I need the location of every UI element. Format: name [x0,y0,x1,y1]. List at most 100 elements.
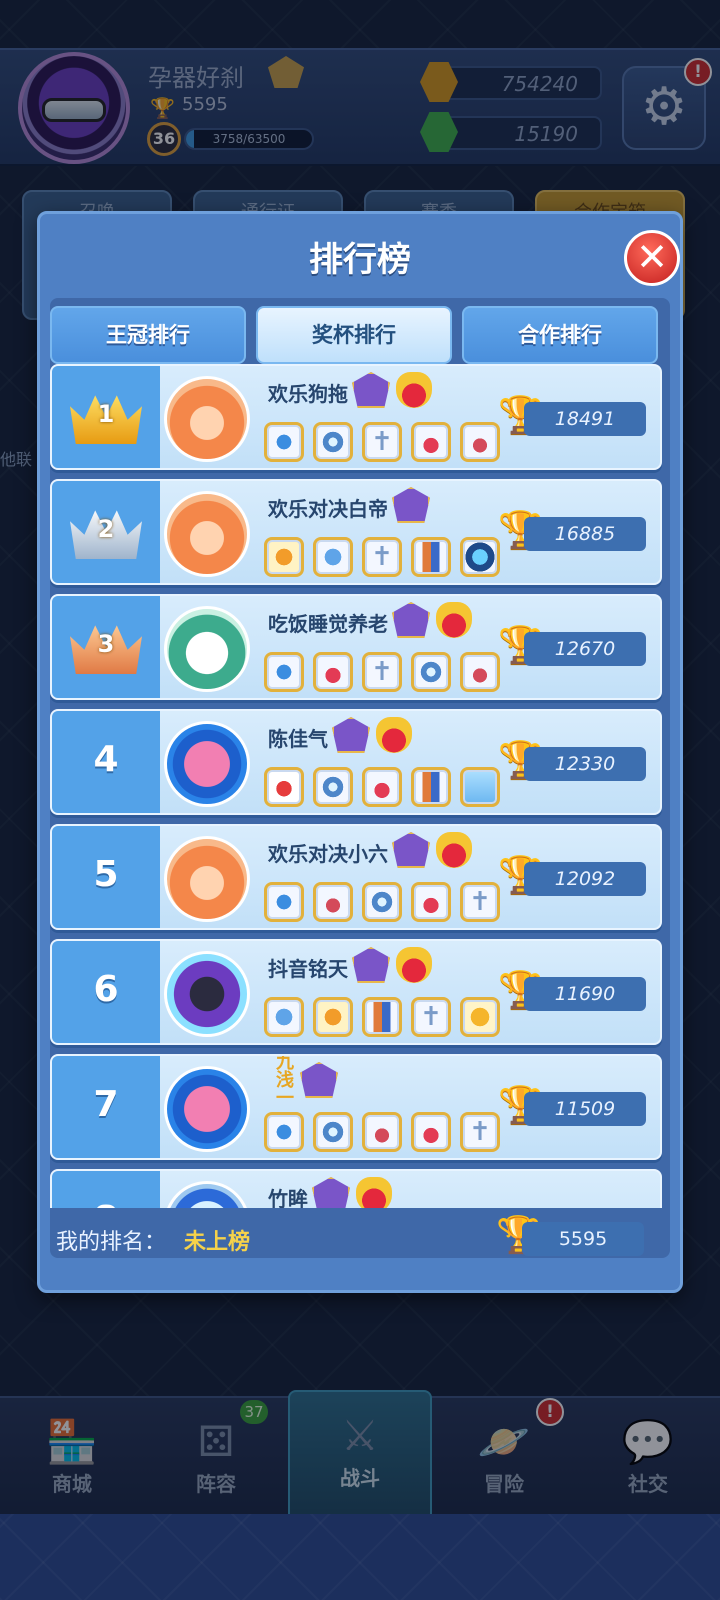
rank-emblem-icon [332,717,370,753]
vortex-card-icon [313,422,353,462]
cat-card-icon [264,537,304,577]
rank-cell: 7 [52,1056,160,1158]
rank-cell: 4 [52,711,160,813]
gold-card-icon [460,997,500,1037]
ice-card-icon [460,767,500,807]
trophy-score: 18491 [524,402,646,436]
leaderboard-row[interactable]: 7九浅一🏆11509 [50,1054,662,1160]
flame-card-icon [411,882,451,922]
player-avatar[interactable] [164,721,250,807]
rank-number: 6 [93,969,119,1010]
player-avatar[interactable] [164,1181,250,1208]
heart-crown-icon [436,832,472,868]
player-name: 陈佳气 [268,727,328,751]
heart-crown-icon [356,1177,392,1208]
heart-crown-icon [376,717,412,753]
mask-card-icon [460,537,500,577]
cross-card-icon [460,882,500,922]
rank-cell: 6 [52,941,160,1043]
trophy-score: 12330 [524,747,646,781]
rank-cell: 5 [52,826,160,928]
trophy-score: 11690 [524,977,646,1011]
rank-number: 1 [97,400,115,428]
rank-number: 4 [93,739,119,780]
leaderboard-row[interactable]: 3吃饭睡觉养老🏆12670 [50,594,662,700]
rank-number: 2 [97,515,115,543]
rank-number: 8 [52,1199,160,1208]
rank-cell: 8 [52,1171,160,1208]
cross-card-icon [460,1112,500,1152]
tab-trophy-ranking[interactable]: 奖杯排行 [256,306,452,364]
shark-card-icon [264,1112,304,1152]
cross-card-icon [362,422,402,462]
vortex-card-icon [313,767,353,807]
trophy-score: 12092 [524,862,646,896]
heart-crown-icon [436,602,472,638]
tab-coop-ranking[interactable]: 合作排行 [462,306,658,364]
trophy-score: 16885 [524,517,646,551]
shark-card-icon [264,422,304,462]
leaderboard-row[interactable]: 2欢乐对决白帝🏆16885 [50,479,662,585]
player-avatar[interactable] [164,376,250,462]
cake-card-icon [362,1112,402,1152]
flame-card-icon [362,767,402,807]
cross-card-icon [411,997,451,1037]
leaderboard-row[interactable]: 1欢乐狗拖🏆18491 [50,364,662,470]
leaderboard-row[interactable]: 6抖音铭天🏆11690 [50,939,662,1045]
my-score: 5595 [522,1222,644,1256]
flame-card-icon [411,1112,451,1152]
leaderboard-row[interactable]: 8 竹眸 [50,1169,662,1208]
body-card-icon [411,537,451,577]
rank-cell: 1 [52,366,160,468]
player-avatar[interactable] [164,951,250,1037]
robot-card-icon [264,997,304,1037]
cross-card-icon [362,652,402,692]
trophy-score: 12670 [524,632,646,666]
close-icon: ✕ [636,235,668,279]
rank-emblem-icon [352,372,390,408]
rank-emblem-icon [300,1062,338,1098]
vortex-card-icon [362,882,402,922]
player-name: 欢乐对决白帝 [268,497,388,521]
leaderboard-row[interactable]: 5欢乐对决小六🏆12092 [50,824,662,930]
shark-card-icon [264,882,304,922]
player-name: 竹眸 [268,1187,308,1208]
rank-emblem-icon [312,1177,350,1208]
rank-emblem-icon [392,602,430,638]
player-avatar[interactable] [164,491,250,577]
body-card-icon [411,767,451,807]
tab-crown-ranking[interactable]: 王冠排行 [50,306,246,364]
player-avatar[interactable] [164,1066,250,1152]
close-button[interactable]: ✕ [624,230,680,286]
rank-cell: 2 [52,481,160,583]
player-name: 欢乐对决小六 [268,842,388,866]
player-avatar[interactable] [164,606,250,692]
rank-number: 7 [93,1084,119,1125]
cake-card-icon [313,882,353,922]
player-name: 欢乐狗拖 [268,382,348,406]
my-rank-value: 未上榜 [184,1230,251,1255]
vortex-card-icon [411,652,451,692]
player-avatar[interactable] [164,836,250,922]
leaderboard-row[interactable]: 4 陈佳气 🏆 12330 [50,709,662,815]
vortex-card-icon [313,1112,353,1152]
cake-card-icon [460,422,500,462]
flame-card-icon [313,652,353,692]
leaderboard-modal: 排行榜 ✕ 王冠排行 奖杯排行 合作排行 1欢乐狗拖🏆184912欢乐对决白帝🏆… [37,211,683,1293]
flame-card-icon [411,422,451,462]
player-name: 抖音铭天 [268,957,348,981]
leaderboard-list[interactable]: 1欢乐狗拖🏆184912欢乐对决白帝🏆168853吃饭睡觉养老🏆126704陈佳… [50,364,672,1208]
cake-card-icon [460,652,500,692]
rank-emblem-icon [392,487,430,523]
trophy-score: 11509 [524,1092,646,1126]
modal-title: 排行榜 [309,240,411,280]
rank-cell: 3 [52,596,160,698]
heart-crown-icon [396,947,432,983]
body-card-icon [362,997,402,1037]
rank-number: 3 [97,630,115,658]
cat-card-icon [313,997,353,1037]
cross-card-icon [362,537,402,577]
my-rank-label: 我的排名： [56,1230,167,1255]
player-name: 九浅一 [273,1054,294,1106]
rank-emblem-icon [352,947,390,983]
